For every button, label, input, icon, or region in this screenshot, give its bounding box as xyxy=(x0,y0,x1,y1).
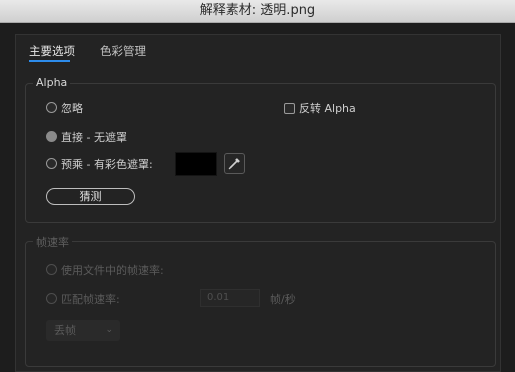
active-tab-indicator xyxy=(29,60,70,62)
ignore-label: 忽略 xyxy=(61,102,83,115)
frame-rate-unit: 帧/秒 xyxy=(270,293,296,306)
straight-radio[interactable] xyxy=(46,131,57,142)
alpha-legend: Alpha xyxy=(33,76,71,89)
tab-color-management[interactable]: 色彩管理 xyxy=(100,43,146,59)
invert-alpha-label: 反转 Alpha xyxy=(299,102,356,115)
chevron-down-icon: ⌄ xyxy=(105,325,113,335)
alpha-group: Alpha 忽略 反转 Alpha 直接 - 无遮罩 预乘 - 有彩色遮罩: 猜… xyxy=(25,76,496,223)
premultiplied-radio[interactable] xyxy=(46,158,57,169)
frame-rate-group: 帧速率 使用文件中的帧速率: 匹配帧速率: 0.01 帧/秒 丢帧 ⌄ xyxy=(25,234,496,367)
ignore-radio[interactable] xyxy=(46,102,57,113)
tab-main-options[interactable]: 主要选项 xyxy=(29,43,75,59)
assume-frame-rate-label: 匹配帧速率: xyxy=(61,293,120,306)
use-file-frame-rate-label: 使用文件中的帧速率: xyxy=(61,264,164,277)
frame-rate-legend: 帧速率 xyxy=(33,234,72,250)
use-file-frame-rate-radio[interactable] xyxy=(46,264,57,275)
assume-frame-rate-radio[interactable] xyxy=(46,293,57,304)
eyedropper-button[interactable] xyxy=(224,153,245,174)
invert-alpha-checkbox[interactable] xyxy=(284,103,295,114)
window-title: 解释素材: 透明.png xyxy=(0,0,515,23)
matte-color-swatch[interactable] xyxy=(175,152,217,176)
frame-rate-input[interactable]: 0.01 xyxy=(200,289,260,307)
premultiplied-label: 预乘 - 有彩色遮罩: xyxy=(61,158,153,171)
drop-frame-dropdown[interactable]: 丢帧 ⌄ xyxy=(46,320,120,341)
eyedropper-icon xyxy=(228,158,240,170)
guess-button[interactable]: 猜测 xyxy=(46,188,135,205)
straight-label: 直接 - 无遮罩 xyxy=(61,131,127,144)
dialog-panel: 主要选项 色彩管理 Alpha 忽略 反转 Alpha 直接 - 无遮罩 预乘 … xyxy=(15,34,501,372)
drop-frame-value: 丢帧 xyxy=(54,324,76,337)
